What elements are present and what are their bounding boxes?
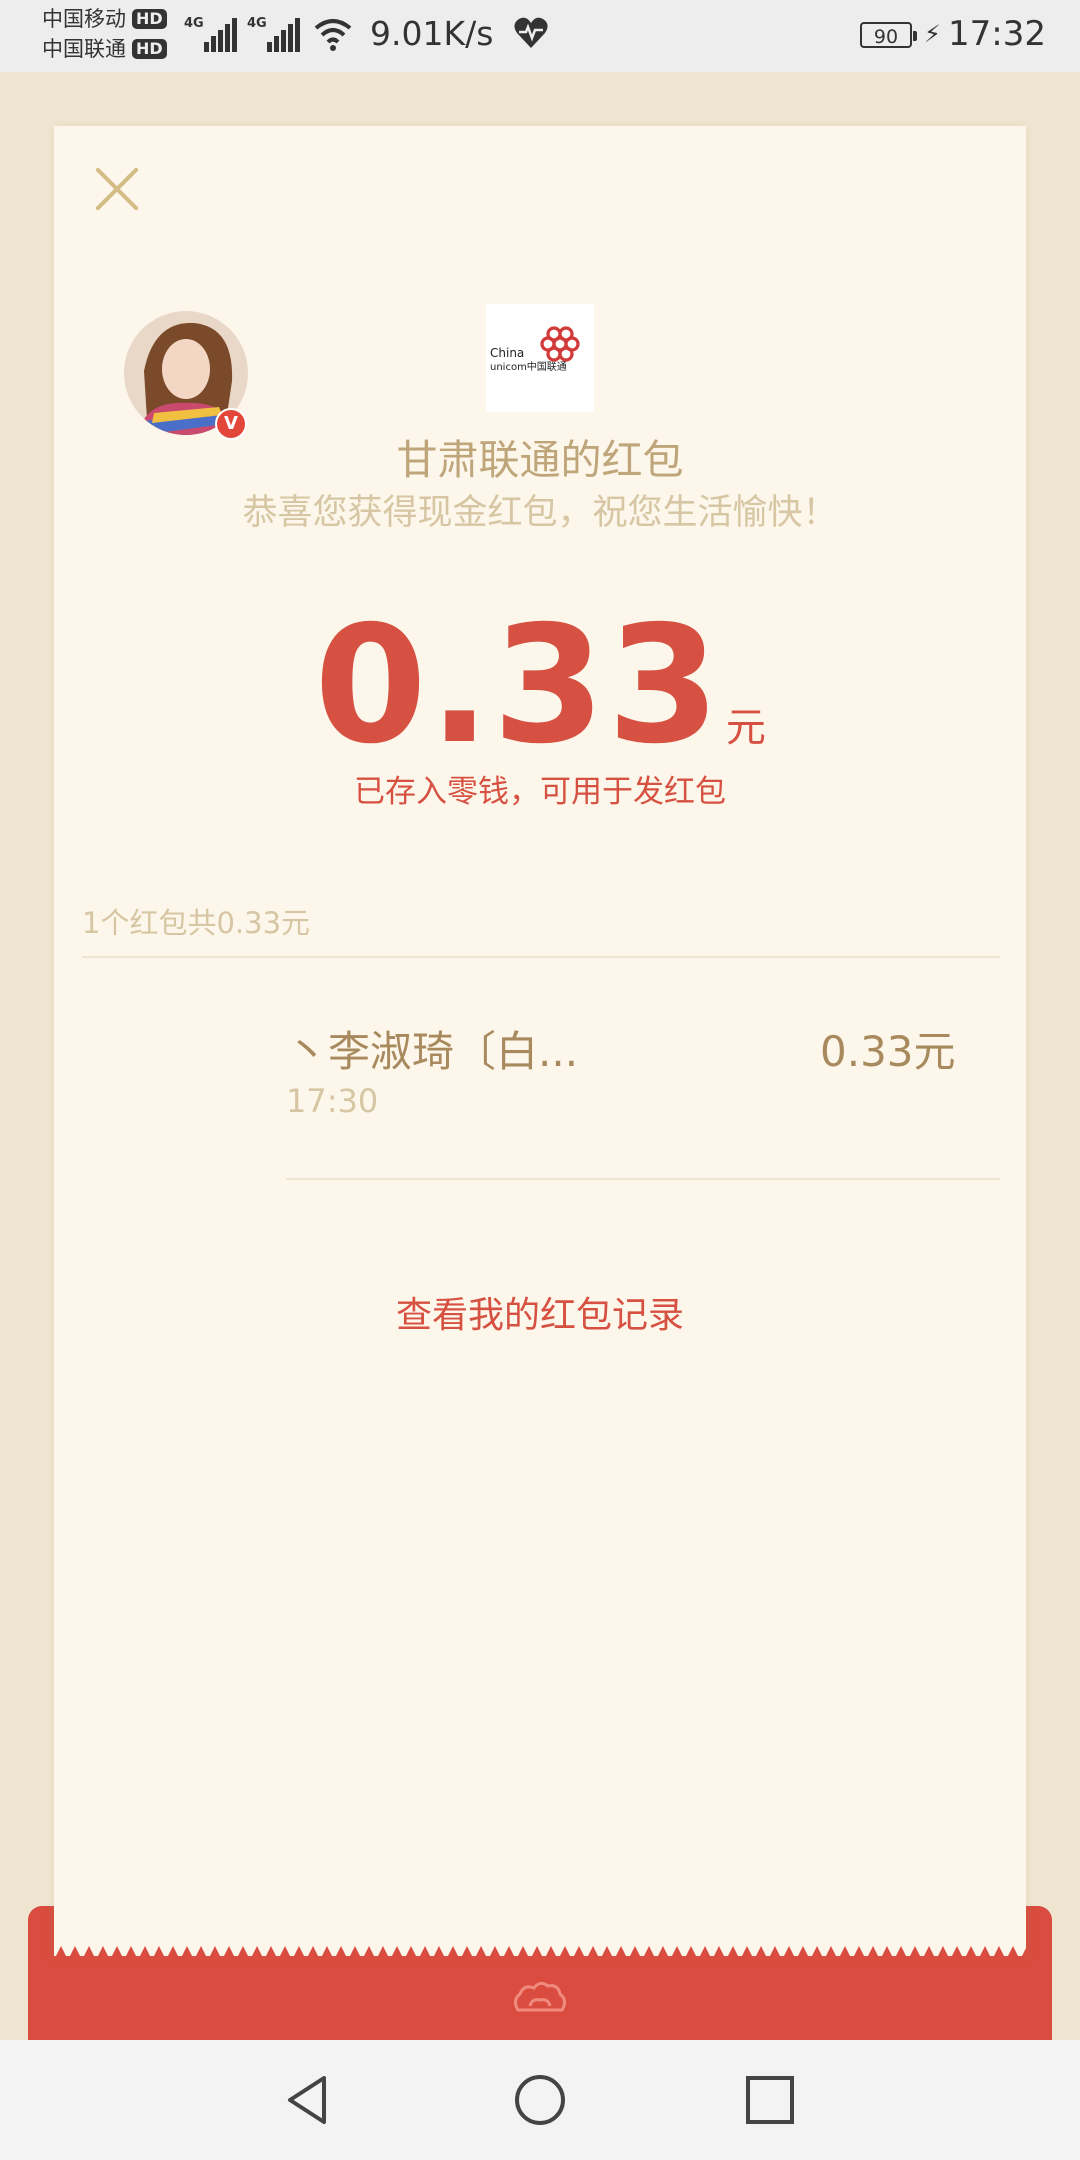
signal-indicators: 4G 4G: [184, 14, 300, 52]
receive-time: 17:30: [286, 1082, 379, 1120]
amount-display: 0.33 元: [54, 596, 1026, 776]
network-type-label: 4G: [247, 16, 267, 31]
receiver-name: 丶李淑琦〔白...: [286, 1027, 579, 1076]
verified-badge: V: [215, 408, 247, 440]
zigzag-edge: [54, 1946, 1026, 1960]
view-my-records-link[interactable]: 查看我的红包记录: [54, 1286, 1026, 1338]
wifi-icon: [314, 19, 352, 51]
close-icon[interactable]: [92, 164, 142, 214]
carrier-info: 中国移动 HD 中国联通 HD: [42, 4, 167, 64]
sender-title: 甘肃联通的红包: [396, 436, 684, 484]
stored-to-balance-note: 已存入零钱，可用于发红包: [354, 774, 726, 810]
status-bar: 中国移动 HD 中国联通 HD 4G 4G 9.01K/s 90 ⚡ 17:32: [0, 0, 1080, 72]
packet-summary: 1个红包共0.33元: [82, 906, 311, 940]
heart-rate-icon: [514, 17, 548, 48]
red-packet-detail-card: China unicom中国联通 甘肃联通的红包 恭喜您获得现金红包，祝您生活愉…: [54, 126, 1026, 1956]
carrier-1-label: 中国移动: [42, 7, 126, 31]
amount-value: 0.33: [314, 592, 722, 780]
charging-icon: ⚡: [924, 20, 941, 48]
signal-strength-icon: 4G: [247, 14, 300, 52]
carrier-2-label: 中国联通: [42, 37, 126, 61]
network-type-label: 4G: [184, 16, 204, 31]
cloud-emblem-icon: [513, 1981, 567, 2012]
receive-amount: 0.33元: [820, 1027, 956, 1076]
signal-strength-icon: 4G: [184, 14, 237, 52]
recents-icon[interactable]: [742, 2072, 798, 2128]
back-icon[interactable]: [280, 2072, 336, 2128]
home-icon[interactable]: [512, 2072, 568, 2128]
sender-logo: China unicom中国联通: [486, 304, 594, 412]
status-time: 17:32: [948, 14, 1046, 54]
hd-badge: HD: [132, 9, 167, 29]
logo-text-china: China: [490, 346, 524, 360]
logo-text-unicom: unicom中国联通: [490, 360, 567, 373]
hd-badge: HD: [132, 39, 167, 59]
divider: [286, 1178, 1000, 1180]
network-speed: 9.01K/s: [370, 14, 494, 53]
battery-indicator: 90: [860, 22, 917, 48]
amount-unit: 元: [725, 705, 766, 751]
system-nav-bar: [0, 2040, 1080, 2160]
blessing-message: 恭喜您获得现金红包，祝您生活愉快！: [242, 493, 838, 533]
divider: [82, 956, 1000, 958]
